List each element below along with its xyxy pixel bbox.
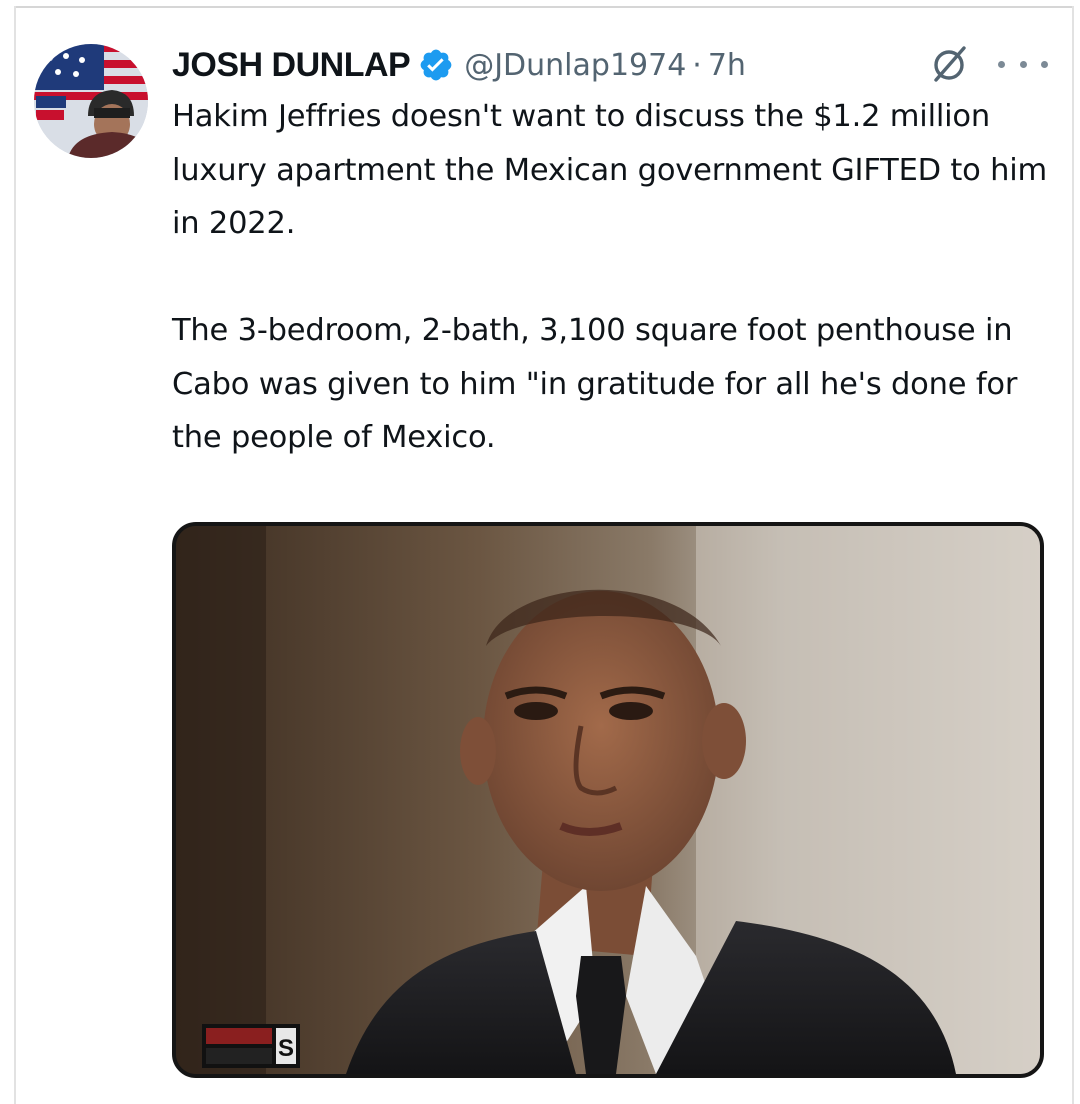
post-time[interactable]: 7h xyxy=(708,48,746,83)
avatar-image xyxy=(34,44,148,158)
tweet-header: JOSH DUNLAP @JDunlap1974 · 7h xyxy=(172,38,746,92)
avatar[interactable] xyxy=(34,44,148,158)
portrait-photo-image xyxy=(176,526,1040,1074)
card-left-border xyxy=(14,6,16,1104)
tweet-screenshot: JOSH DUNLAP @JDunlap1974 · 7h Hakim Jeff… xyxy=(0,0,1080,1104)
watermark-logo: S xyxy=(202,1024,300,1068)
author-handle[interactable]: @JDunlap1974 xyxy=(464,48,686,83)
grok-icon[interactable] xyxy=(928,42,972,86)
card-right-border xyxy=(1072,6,1074,1104)
tweet-text: Hakim Jeffries doesn't want to discuss t… xyxy=(172,90,1052,465)
display-name[interactable]: JOSH DUNLAP xyxy=(172,46,411,85)
tweet-paragraph: The 3-bedroom, 2-bath, 3,100 square foot… xyxy=(172,313,1027,455)
card-top-border xyxy=(14,6,1074,8)
time-separator: · xyxy=(692,47,702,83)
more-options-icon[interactable] xyxy=(998,46,1048,82)
verified-badge-icon xyxy=(418,47,454,83)
svg-text:S: S xyxy=(278,1035,294,1062)
tweet-paragraph: Hakim Jeffries doesn't want to discuss t… xyxy=(172,99,1057,241)
tweet-photo[interactable]: S xyxy=(172,522,1044,1078)
